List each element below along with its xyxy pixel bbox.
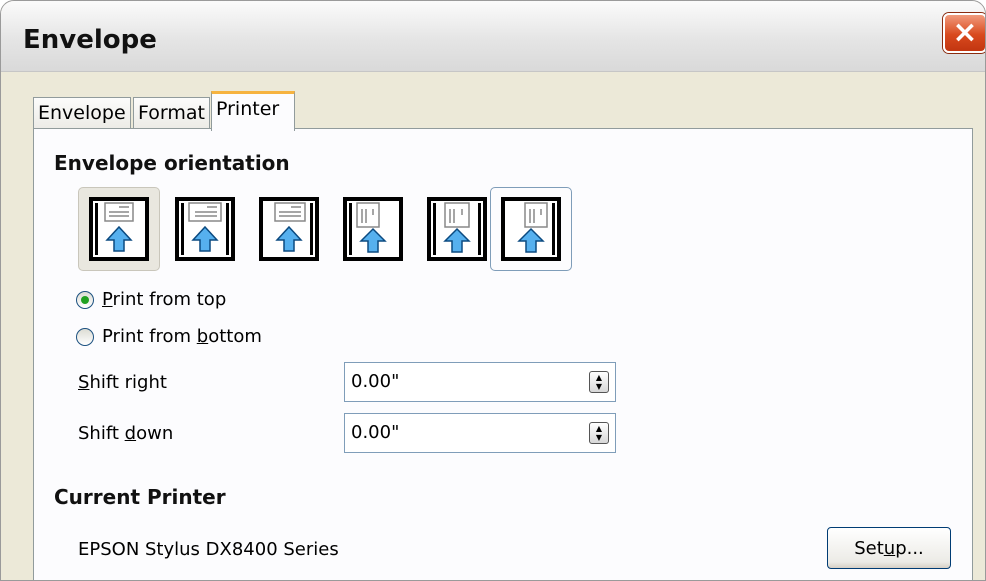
close-icon[interactable]: × (943, 13, 985, 53)
envelope-horizontal-center-icon (175, 197, 235, 261)
shift-down-value[interactable]: 0.00" (351, 422, 399, 443)
current-printer-heading: Current Printer (54, 485, 226, 509)
tab-printer[interactable]: Printer (211, 91, 295, 131)
envelope-vertical-left-button[interactable] (332, 187, 414, 271)
print-from-top-radio[interactable] (76, 290, 94, 309)
envelope-orientation-heading: Envelope orientation (54, 151, 290, 175)
print-from-bottom-label: Print from bottom (102, 326, 262, 347)
tab-envelope[interactable]: Envelope (33, 97, 131, 129)
shift-right-value[interactable]: 0.00" (351, 371, 399, 392)
envelope-horizontal-right-icon (259, 197, 319, 261)
envelope-vertical-left-icon (343, 197, 403, 261)
print-from-top-option[interactable]: Print from top (76, 289, 226, 310)
envelope-horizontal-left-button[interactable] (78, 187, 160, 271)
envelope-dialog: Envelope × Envelope Format Printer Envel… (0, 0, 986, 581)
printer-name: EPSON Stylus DX8400 Series (78, 539, 339, 560)
envelope-horizontal-right-button[interactable] (248, 187, 330, 271)
window-title: Envelope (23, 25, 157, 55)
spin-arrows-icon[interactable]: ▲ ▼ (589, 422, 609, 444)
setup-button[interactable]: Set u p... (827, 527, 951, 569)
shift-down-spinbox[interactable]: 0.00" ▲ ▼ (344, 413, 616, 453)
shift-right-spinbox[interactable]: 0.00" ▲ ▼ (344, 362, 616, 402)
spin-arrows-icon[interactable]: ▲ ▼ (589, 371, 609, 393)
envelope-horizontal-left-icon (89, 197, 149, 261)
orientation-options (78, 187, 598, 275)
tab-format[interactable]: Format (133, 97, 210, 129)
printer-tab-panel: Envelope orientation Print from top Prin… (33, 128, 973, 580)
envelope-vertical-right-icon (501, 197, 561, 261)
envelope-horizontal-center-button[interactable] (164, 187, 246, 271)
envelope-vertical-center-button[interactable] (416, 187, 498, 271)
print-from-bottom-radio[interactable] (76, 327, 94, 346)
print-from-bottom-option[interactable]: Print from bottom (76, 326, 262, 347)
envelope-vertical-right-button[interactable] (490, 187, 572, 271)
shift-down-label: Shift down (78, 423, 174, 444)
print-from-top-label: Print from top (102, 289, 227, 310)
shift-right-label: Shift right (78, 372, 167, 393)
envelope-vertical-center-icon (427, 197, 487, 261)
title-bar: Envelope × (1, 1, 985, 72)
